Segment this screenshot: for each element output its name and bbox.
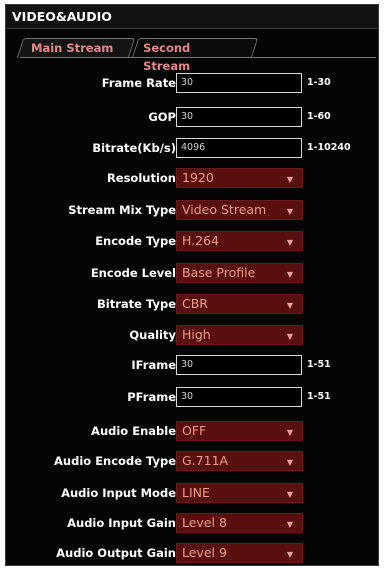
encode-type-label: Encode Type xyxy=(95,234,176,248)
audio-output-gain-select[interactable]: Level 9 ▼ xyxy=(176,543,303,563)
stream-mix-type-row: Stream Mix Type Video Stream ▼ xyxy=(6,200,380,222)
caret-down-icon: ▼ xyxy=(286,332,293,341)
bitrate-input[interactable]: 4096 xyxy=(176,138,302,158)
audio-input-gain-value: Level 8 xyxy=(182,515,227,530)
caret-down-icon: ▼ xyxy=(286,520,293,529)
gop-label: GOP xyxy=(148,110,176,124)
gop-range: 1-60 xyxy=(307,111,331,122)
encode-type-row: Encode Type H.264 ▼ xyxy=(6,231,380,253)
gop-row: GOP 30 1-60 xyxy=(6,107,380,129)
iframe-range: 1-51 xyxy=(307,359,331,370)
resolution-label: Resolution xyxy=(106,171,176,185)
resolution-value: 1920 xyxy=(182,170,214,185)
stream-mix-type-label: Stream Mix Type xyxy=(68,203,176,217)
stream-mix-type-value: Video Stream xyxy=(182,202,267,217)
frame-rate-row: Frame Rate 30 1-30 xyxy=(6,73,380,95)
pframe-input[interactable]: 30 xyxy=(176,387,302,407)
iframe-label: IFrame xyxy=(131,358,176,372)
bitrate-row: Bitrate(Kb/s) 4096 1-10240 xyxy=(6,138,380,160)
video-audio-panel: VIDEO&AUDIO Main Stream Second Stream Fr… xyxy=(5,4,379,566)
stream-mix-type-select[interactable]: Video Stream ▼ xyxy=(176,200,303,220)
encode-type-value: H.264 xyxy=(182,233,220,248)
audio-enable-select[interactable]: OFF ▼ xyxy=(176,421,303,441)
tab-main-stream[interactable]: Main Stream xyxy=(16,38,136,58)
audio-encode-type-select[interactable]: G.711A ▼ xyxy=(176,451,303,471)
pframe-row: PFrame 30 1-51 xyxy=(6,387,380,409)
audio-input-gain-select[interactable]: Level 8 ▼ xyxy=(176,513,303,533)
bitrate-type-select[interactable]: CBR ▼ xyxy=(176,294,303,314)
frame-rate-input[interactable]: 30 xyxy=(176,73,302,93)
caret-down-icon: ▼ xyxy=(286,270,293,279)
audio-encode-type-row: Audio Encode Type G.711A ▼ xyxy=(6,451,380,473)
audio-input-gain-label: Audio Input Gain xyxy=(67,516,176,530)
caret-down-icon: ▼ xyxy=(286,458,293,467)
encode-level-select[interactable]: Base Profile ▼ xyxy=(176,263,303,283)
quality-row: Quality High ▼ xyxy=(6,325,380,347)
bitrate-type-value: CBR xyxy=(182,296,208,311)
caret-down-icon: ▼ xyxy=(286,428,293,437)
pframe-label: PFrame xyxy=(127,390,176,404)
audio-input-mode-row: Audio Input Mode LINE ▼ xyxy=(6,483,380,505)
tab-underline xyxy=(20,57,376,58)
audio-output-gain-value: Level 9 xyxy=(182,545,227,560)
bitrate-type-row: Bitrate Type CBR ▼ xyxy=(6,294,380,316)
audio-input-mode-label: Audio Input Mode xyxy=(61,486,176,500)
quality-value: High xyxy=(182,327,211,342)
caret-down-icon: ▼ xyxy=(286,301,293,310)
caret-down-icon: ▼ xyxy=(286,550,293,559)
encode-level-label: Encode Level xyxy=(90,266,176,280)
tab-second-stream[interactable]: Second Stream xyxy=(131,38,259,73)
pframe-range: 1-51 xyxy=(307,391,331,402)
resolution-select[interactable]: 1920 ▼ xyxy=(176,168,303,188)
audio-enable-value: OFF xyxy=(182,423,207,438)
caret-down-icon: ▼ xyxy=(286,238,293,247)
encode-level-row: Encode Level Base Profile ▼ xyxy=(6,263,380,285)
audio-input-mode-value: LINE xyxy=(182,485,210,500)
audio-input-gain-row: Audio Input Gain Level 8 ▼ xyxy=(6,513,380,535)
audio-encode-type-label: Audio Encode Type xyxy=(54,454,176,468)
frame-rate-label: Frame Rate xyxy=(101,76,176,90)
caret-down-icon: ▼ xyxy=(286,207,293,216)
panel-title: VIDEO&AUDIO xyxy=(6,5,378,29)
encode-level-value: Base Profile xyxy=(182,265,256,280)
quality-label: Quality xyxy=(129,328,176,342)
audio-enable-row: Audio Enable OFF ▼ xyxy=(6,421,380,443)
gop-input[interactable]: 30 xyxy=(176,107,302,127)
audio-enable-label: Audio Enable xyxy=(91,424,176,438)
iframe-row: IFrame 30 1-51 xyxy=(6,355,380,377)
bitrate-label: Bitrate(Kb/s) xyxy=(92,141,176,155)
audio-encode-type-value: G.711A xyxy=(182,453,229,468)
audio-output-gain-row: Audio Output Gain Level 9 ▼ xyxy=(6,543,380,565)
quality-select[interactable]: High ▼ xyxy=(176,325,303,345)
audio-input-mode-select[interactable]: LINE ▼ xyxy=(176,483,303,503)
bitrate-range: 1-10240 xyxy=(307,142,351,153)
bitrate-type-label: Bitrate Type xyxy=(97,297,176,311)
resolution-row: Resolution 1920 ▼ xyxy=(6,168,380,190)
frame-rate-range: 1-30 xyxy=(307,77,331,88)
iframe-input[interactable]: 30 xyxy=(176,355,302,375)
tab-label: Main Stream xyxy=(31,41,114,55)
audio-output-gain-label: Audio Output Gain xyxy=(56,546,176,560)
caret-down-icon: ▼ xyxy=(286,175,293,184)
caret-down-icon: ▼ xyxy=(286,490,293,499)
encode-type-select[interactable]: H.264 ▼ xyxy=(176,231,303,251)
